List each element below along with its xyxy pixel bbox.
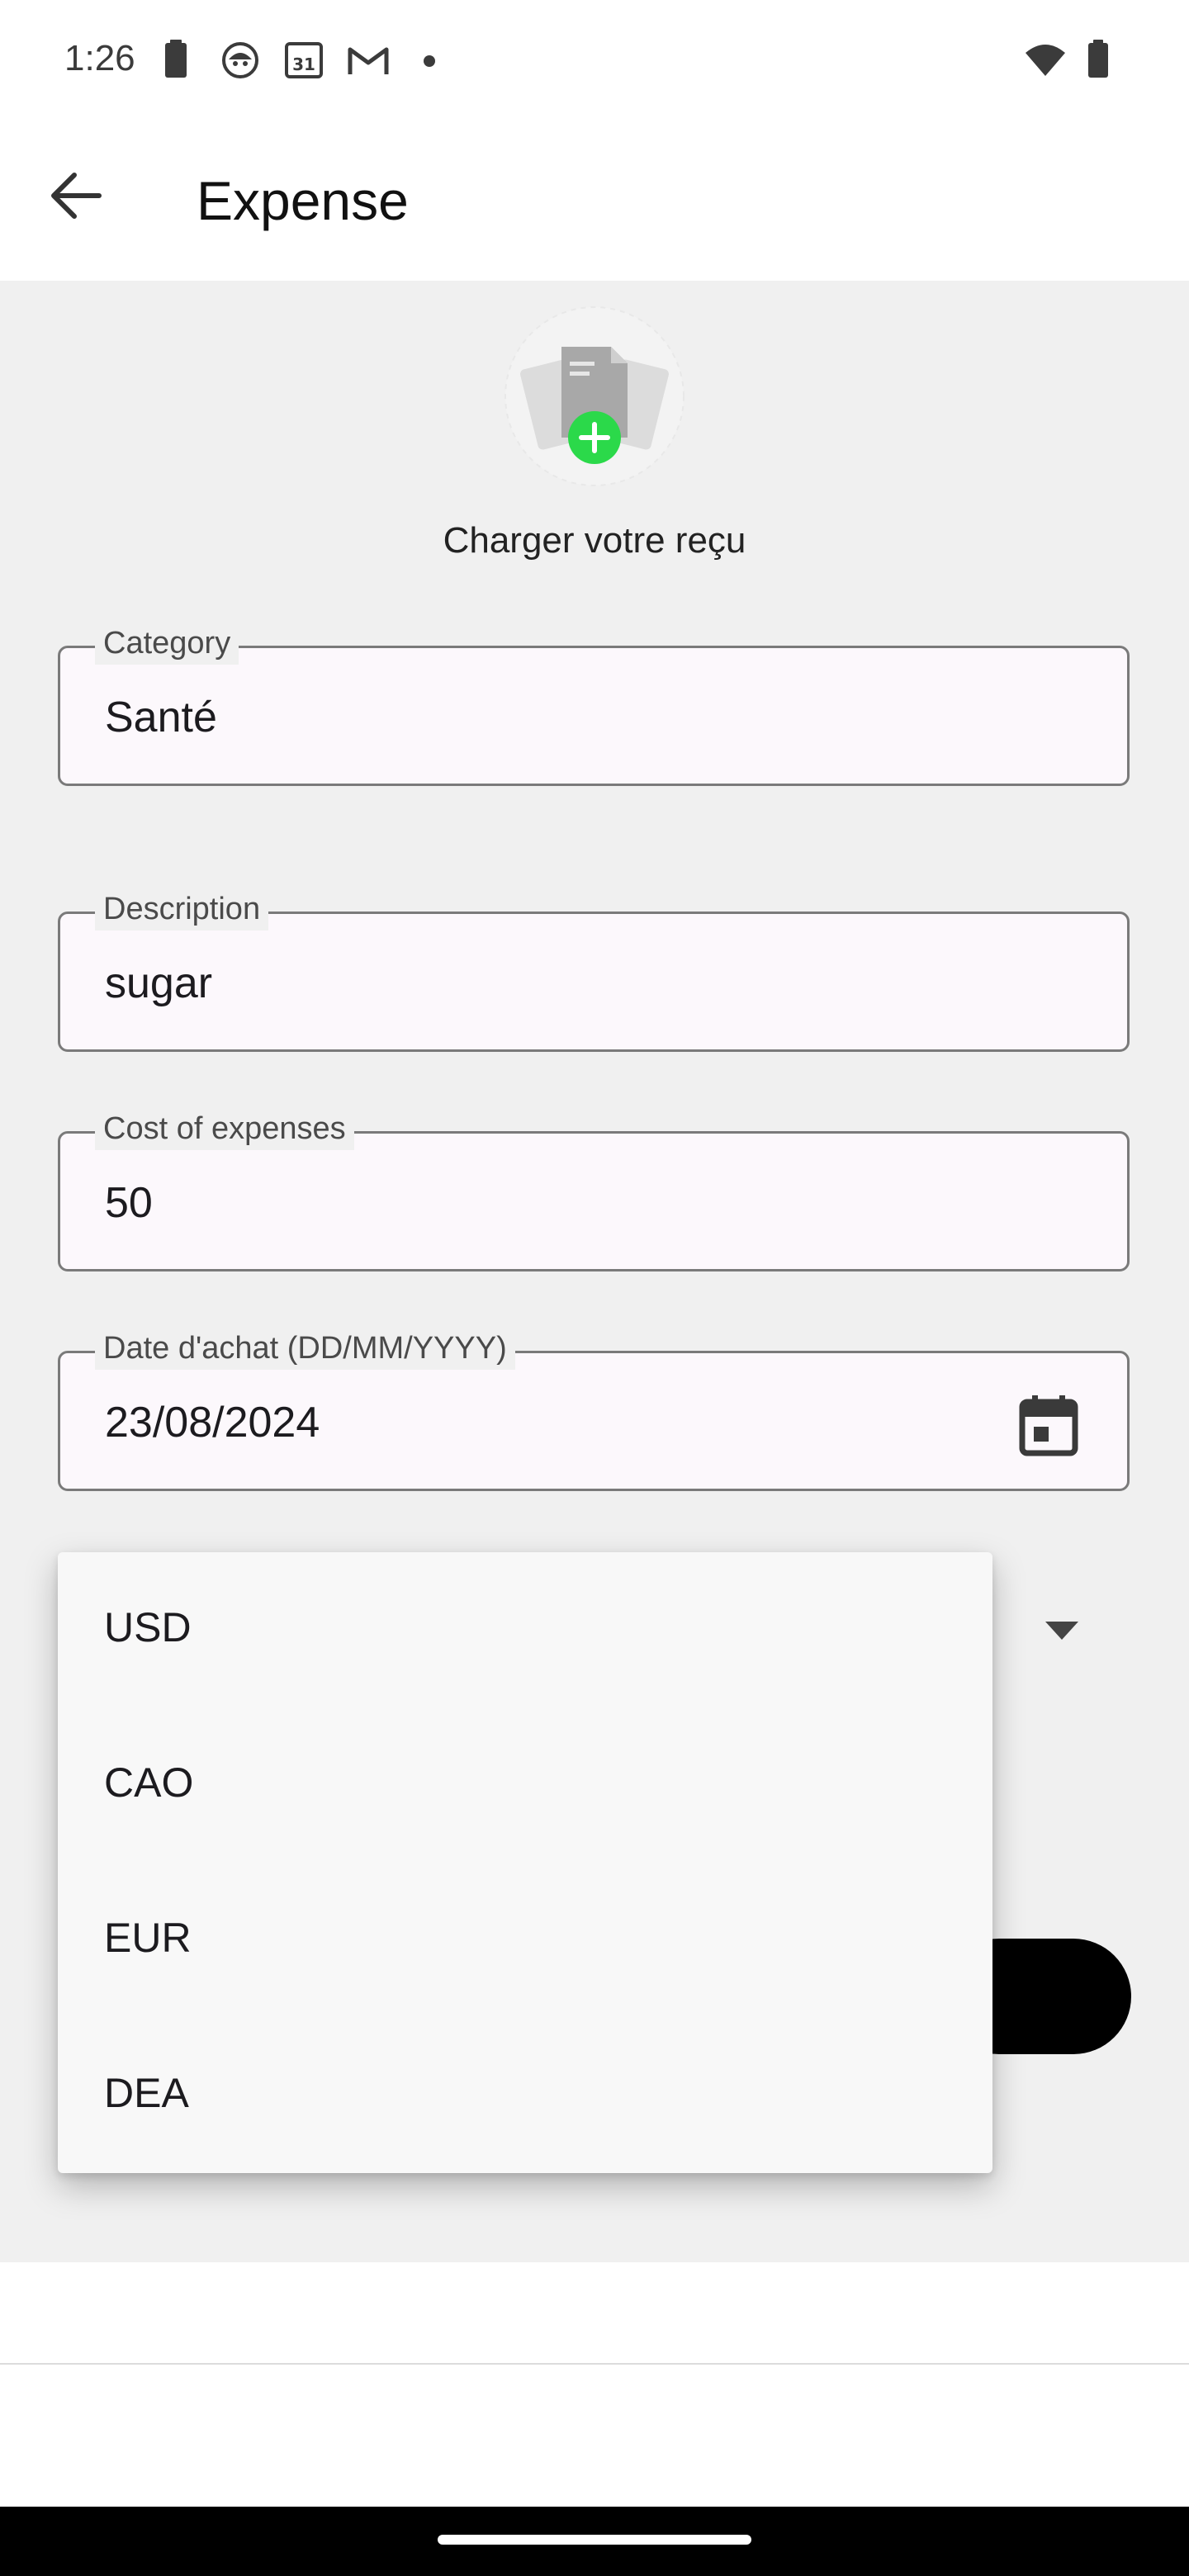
wifi-icon (1026, 45, 1065, 76)
menu-item-label: DEA (104, 2070, 189, 2116)
receipt-upload-button[interactable] (504, 305, 685, 487)
calendar-day-text: 31 (292, 54, 315, 74)
back-button[interactable] (33, 153, 119, 239)
menu-item-eur[interactable]: EUR (58, 1863, 992, 2018)
status-time: 1:26 (64, 38, 135, 78)
dropdown-arrow-icon[interactable] (1044, 1620, 1080, 1641)
app-avatar-icon (222, 42, 258, 78)
description-label: Description (95, 888, 269, 930)
category-field[interactable]: Category Santé (58, 622, 1130, 786)
bottom-area (0, 2365, 1189, 2507)
cost-value: 50 (105, 1179, 153, 1227)
app-bar (0, 124, 1189, 281)
page-title: Expense (197, 170, 409, 231)
date-field[interactable]: Date d'achat (DD/MM/YYYY) 23/08/2024 (58, 1327, 1130, 1491)
upload-receipt-label: Charger votre reçu (443, 520, 746, 561)
battery-saver-icon (165, 40, 187, 78)
home-indicator[interactable] (438, 2535, 751, 2545)
document-add-icon (504, 306, 685, 486)
menu-item-label: EUR (104, 1915, 192, 1961)
date-value: 23/08/2024 (105, 1399, 320, 1447)
date-label: Date d'achat (DD/MM/YYYY) (95, 1327, 515, 1370)
menu-item-label: USD (104, 1604, 192, 1650)
menu-item-label: CAO (104, 1759, 194, 1806)
description-field[interactable]: Description sugar (58, 888, 1130, 1052)
description-value: sugar (105, 959, 213, 1007)
arrow-back-icon (51, 173, 102, 219)
currency-dropdown-menu: USD CAO EUR DEA (58, 1552, 992, 2173)
dot-icon (424, 55, 435, 67)
cost-label: Cost of expenses (95, 1107, 354, 1150)
menu-item-dea[interactable]: DEA (58, 2018, 992, 2173)
menu-item-cao[interactable]: CAO (58, 1707, 992, 1863)
calendar-icon[interactable] (1017, 1394, 1080, 1456)
calendar-31-icon: 31 (285, 42, 323, 78)
cost-field[interactable]: Cost of expenses 50 (58, 1107, 1130, 1271)
menu-item-usd[interactable]: USD (58, 1552, 992, 1707)
gmail-icon (348, 47, 389, 74)
category-label: Category (95, 622, 239, 665)
category-value: Santé (105, 694, 217, 741)
battery-icon (1088, 40, 1108, 78)
